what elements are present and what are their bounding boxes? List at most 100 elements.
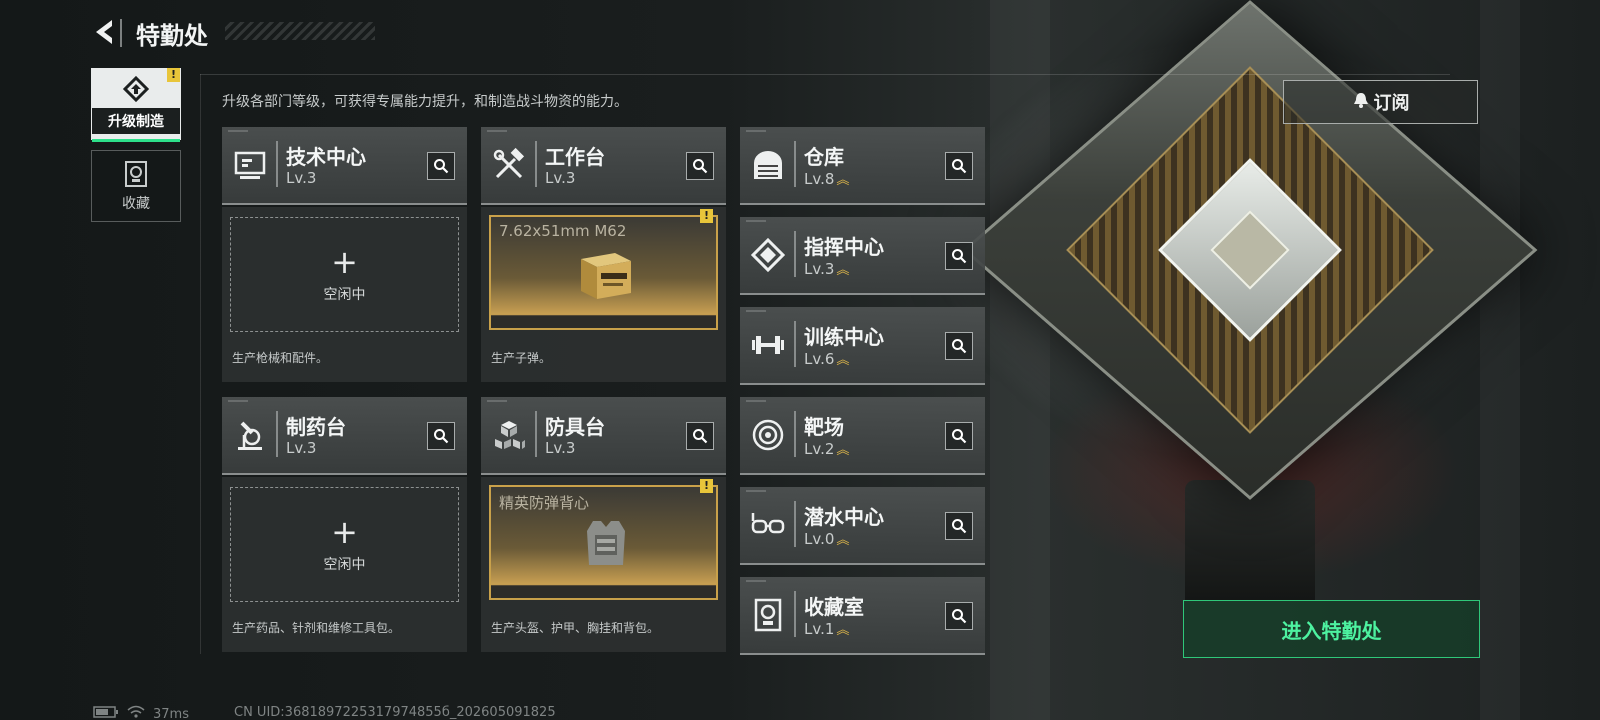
dumbbell-icon [750,327,786,363]
dept-level: Lv.6 ︽ [804,350,850,368]
corner-decoration [746,490,766,492]
divider [794,501,796,547]
tab-label: 升级制造 [92,108,180,134]
header-divider [120,19,122,47]
divider [276,411,278,457]
enter-special-ops-button[interactable]: 进入特勤处 [1183,600,1480,658]
tools-icon [491,147,527,183]
dept-name: 指挥中心 [804,235,884,259]
production-panel-tech-center: + 空闲中 生产枪械和配件。 [222,207,467,382]
dept-card-armor-bench[interactable]: 防具台 Lv.3 [481,397,726,475]
dept-card-command-center[interactable]: 指挥中心 Lv.3 ︽ [740,217,985,295]
dept-name: 收藏室 [804,595,864,619]
subscribe-label: 订阅 [1373,93,1410,114]
ammo-box-icon [575,245,637,303]
search-icon[interactable] [945,422,973,450]
item-name: 精英防弹背心 [499,494,590,512]
dept-name: 仓库 [804,145,844,169]
slot-status: 空闲中 [323,556,366,573]
microscope-icon [232,417,268,453]
description-text: 升级各部门等级，可获得专属能力提升，和制造战斗物资的能力。 [222,94,628,110]
monitor-icon [232,147,268,183]
dept-card-pharmacy[interactable]: 制药台 Lv.3 [222,397,467,475]
divider [794,411,796,457]
search-icon[interactable] [945,602,973,630]
diving-mask-icon [750,507,786,543]
divider [200,74,201,654]
search-icon[interactable] [945,242,973,270]
dept-name: 潜水中心 [804,505,884,529]
dept-level: Lv.3 ︽ [804,260,850,278]
search-icon[interactable] [945,152,973,180]
divider [794,591,796,637]
corner-decoration [487,400,507,402]
corner-decoration [746,130,766,132]
search-icon[interactable] [945,332,973,360]
divider [276,141,278,187]
production-panel-pharmacy: + 空闲中 生产药品、针剂和维修工具包。 [222,477,467,652]
dept-name: 制药台 [286,415,346,439]
corner-decoration [746,400,766,402]
search-icon[interactable] [686,152,714,180]
add-icon: + [331,242,358,281]
tab-collection[interactable]: 收藏 [91,150,181,222]
page-title: 特勤处 [136,22,208,50]
production-item-slot[interactable]: 精英防弹背心 [489,485,718,600]
production-item-slot[interactable]: 7.62x51mm M62 [489,215,718,330]
search-icon[interactable] [427,422,455,450]
collection-room-icon [750,597,786,633]
dept-name: 靶场 [804,415,844,439]
upgrade-available-icon: ︽ [836,623,850,638]
dept-card-tech-center[interactable]: 技术中心 Lv.3 [222,127,467,205]
dept-name: 技术中心 [286,145,366,169]
corner-decoration [487,130,507,132]
dept-card-training-center[interactable]: 训练中心 Lv.6 ︽ [740,307,985,385]
item-name: 7.62x51mm M62 [499,222,627,240]
search-icon[interactable] [686,422,714,450]
dept-level: Lv.2 ︽ [804,440,850,458]
dept-card-collection-room[interactable]: 收藏室 Lv.1 ︽ [740,577,985,655]
production-description: 生产药品、针剂和维修工具包。 [232,621,401,635]
divider [535,141,537,187]
dept-level: Lv.3 [545,169,576,187]
empty-production-slot[interactable]: + 空闲中 [230,217,459,332]
vest-icon [575,515,637,573]
bell-icon [1352,91,1370,114]
dept-level: Lv.1 ︽ [804,620,850,638]
enter-label: 进入特勤处 [1281,618,1382,643]
back-arrow-icon[interactable] [92,18,118,46]
production-description: 生产枪械和配件。 [232,351,329,365]
status-bar: 37ms [93,705,189,720]
production-panel-armor-bench: 精英防弹背心 ! 生产头盔、护甲、胸挂和背包。 [481,477,726,652]
upgrade-available-icon: ︽ [836,443,850,458]
target-icon [750,417,786,453]
add-icon: + [331,512,358,551]
ping-readout: 37ms [153,706,189,720]
search-icon[interactable] [945,512,973,540]
user-uid: CN UID:3681897225317974855б_202605091825 [234,705,556,720]
dept-level: Lv.3 [286,169,317,187]
divider [535,411,537,457]
alert-badge: ! [700,479,713,493]
corner-decoration [746,310,766,312]
dept-card-workbench[interactable]: 工作台 Lv.3 [481,127,726,205]
corner-decoration [746,580,766,582]
dept-card-shooting-range[interactable]: 靶场 Lv.2 ︽ [740,397,985,475]
dept-level: Lv.3 [286,439,317,457]
tab-label: 收藏 [122,196,150,212]
dept-card-diving-center[interactable]: 潜水中心 Lv.0 ︽ [740,487,985,565]
empty-production-slot[interactable]: + 空闲中 [230,487,459,602]
battery-icon [93,706,119,720]
divider [794,321,796,367]
dept-card-warehouse[interactable]: 仓库 Lv.8 ︽ [740,127,985,205]
dept-level: Lv.0 ︽ [804,530,850,548]
subscribe-button[interactable]: 订阅 [1283,80,1478,124]
dept-level: Lv.3 [545,439,576,457]
slot-status: 空闲中 [323,286,366,303]
dept-name: 防具台 [545,415,605,439]
upgrade-available-icon: ︽ [836,263,850,278]
search-icon[interactable] [427,152,455,180]
corner-decoration [228,400,248,402]
production-panel-workbench: 7.62x51mm M62 ! 生产子弹。 [481,207,726,382]
dept-name: 训练中心 [804,325,884,349]
